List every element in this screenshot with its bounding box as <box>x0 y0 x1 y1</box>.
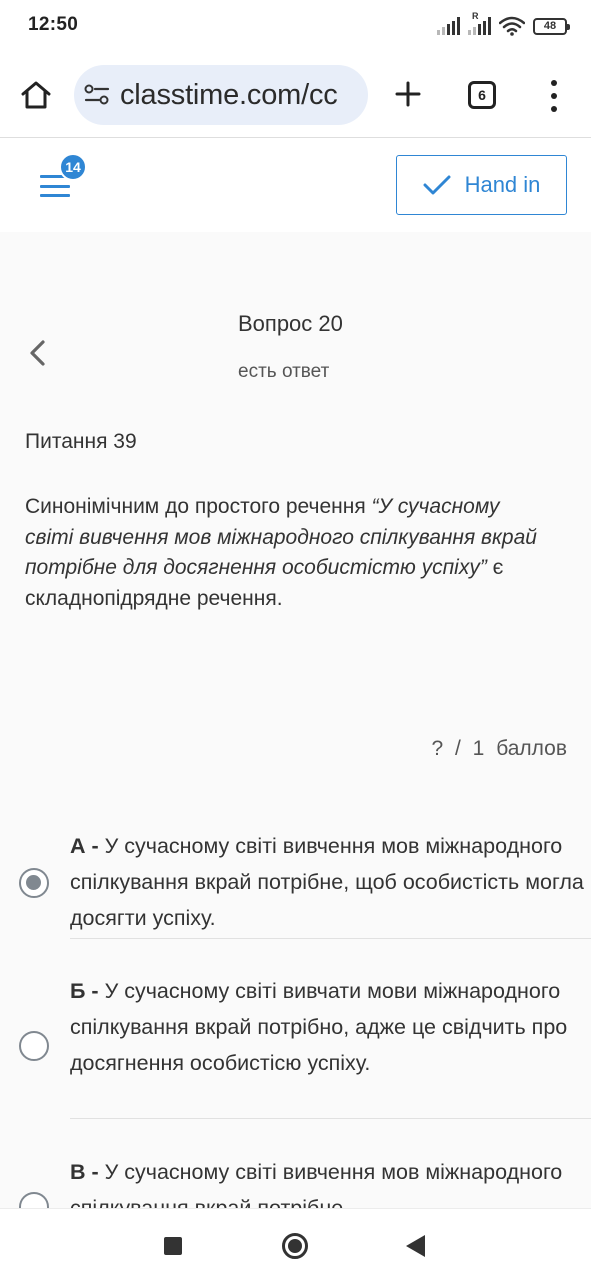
url-text: classtime.com/cc <box>120 79 338 111</box>
signal-roaming-icon: R <box>468 11 491 35</box>
tabs-icon[interactable]: 6 <box>468 81 496 109</box>
question-number: Питання 39 <box>25 430 137 453</box>
notification-badge: 14 <box>59 153 87 181</box>
question-text-prefix: Синонімічним до простого речення <box>25 495 372 518</box>
browser-toolbar: classtime.com/cc 6 <box>0 52 591 138</box>
option-text: А - У сучасному світі вивчення мов міжна… <box>70 828 590 936</box>
signal-icon <box>437 17 460 35</box>
option-text: Б - У сучасному світі вивчати мови міжна… <box>70 973 590 1081</box>
plus-icon <box>395 81 421 107</box>
option-letter: А - <box>70 834 99 858</box>
hand-in-button[interactable]: Hand in <box>396 155 567 215</box>
answer-status: есть ответ <box>238 361 330 382</box>
battery-level: 48 <box>543 20 557 32</box>
score-label: ? / 1 баллов <box>431 737 568 760</box>
option-letter: В - <box>70 1160 99 1184</box>
app-header: 14 Hand in <box>0 139 591 232</box>
option-body: У сучасному світі вивчення мов міжнародн… <box>70 834 584 930</box>
radio-button[interactable] <box>19 1031 49 1061</box>
address-bar[interactable]: classtime.com/cc <box>74 65 368 125</box>
back-triangle-icon[interactable] <box>406 1235 425 1257</box>
question-text: Синонімічним до простого речення “У суча… <box>25 492 545 614</box>
radio-button[interactable] <box>19 1192 49 1208</box>
status-bar: 12:50 R 48 <box>0 0 591 52</box>
site-settings-icon[interactable] <box>84 83 110 107</box>
previous-question-button[interactable] <box>24 338 50 368</box>
chevron-left-icon <box>30 340 45 366</box>
recents-icon[interactable] <box>164 1237 182 1255</box>
option-divider <box>70 938 591 939</box>
system-nav-bar <box>0 1208 591 1280</box>
browser-home-button[interactable] <box>18 77 54 113</box>
roaming-label: R <box>472 11 479 21</box>
option-letter: Б - <box>70 979 99 1003</box>
new-tab-button[interactable] <box>392 76 424 112</box>
home-icon <box>21 81 51 109</box>
status-time: 12:50 <box>28 14 79 35</box>
more-vert-icon[interactable] <box>544 80 564 112</box>
question-title: Вопрос 20 <box>238 311 343 336</box>
option-body: У сучасному світі вивчення мов міжнародн… <box>70 1160 563 1208</box>
battery-icon: 48 <box>533 17 570 35</box>
answer-option-a[interactable]: А - У сучасному світі вивчення мов міжна… <box>0 828 591 940</box>
wifi-icon <box>499 16 525 36</box>
radio-button-selected[interactable] <box>19 868 49 898</box>
question-content: Вопрос 20 есть ответ Питання 39 Синонімі… <box>0 232 591 1208</box>
option-divider <box>70 1118 591 1119</box>
home-circle-icon[interactable] <box>282 1233 308 1259</box>
option-text: В - У сучасному світі вивчення мов міжна… <box>70 1154 590 1208</box>
hand-in-label: Hand in <box>464 172 541 197</box>
option-body: У сучасному світі вивчати мови міжнародн… <box>70 979 568 1075</box>
answer-option-c[interactable]: В - У сучасному світі вивчення мов міжна… <box>0 1154 591 1208</box>
status-icons: R 48 <box>437 11 570 38</box>
check-icon <box>423 175 451 195</box>
tab-count: 6 <box>478 87 486 103</box>
answer-option-b[interactable]: Б - У сучасному світі вивчати мови міжна… <box>0 973 591 1123</box>
